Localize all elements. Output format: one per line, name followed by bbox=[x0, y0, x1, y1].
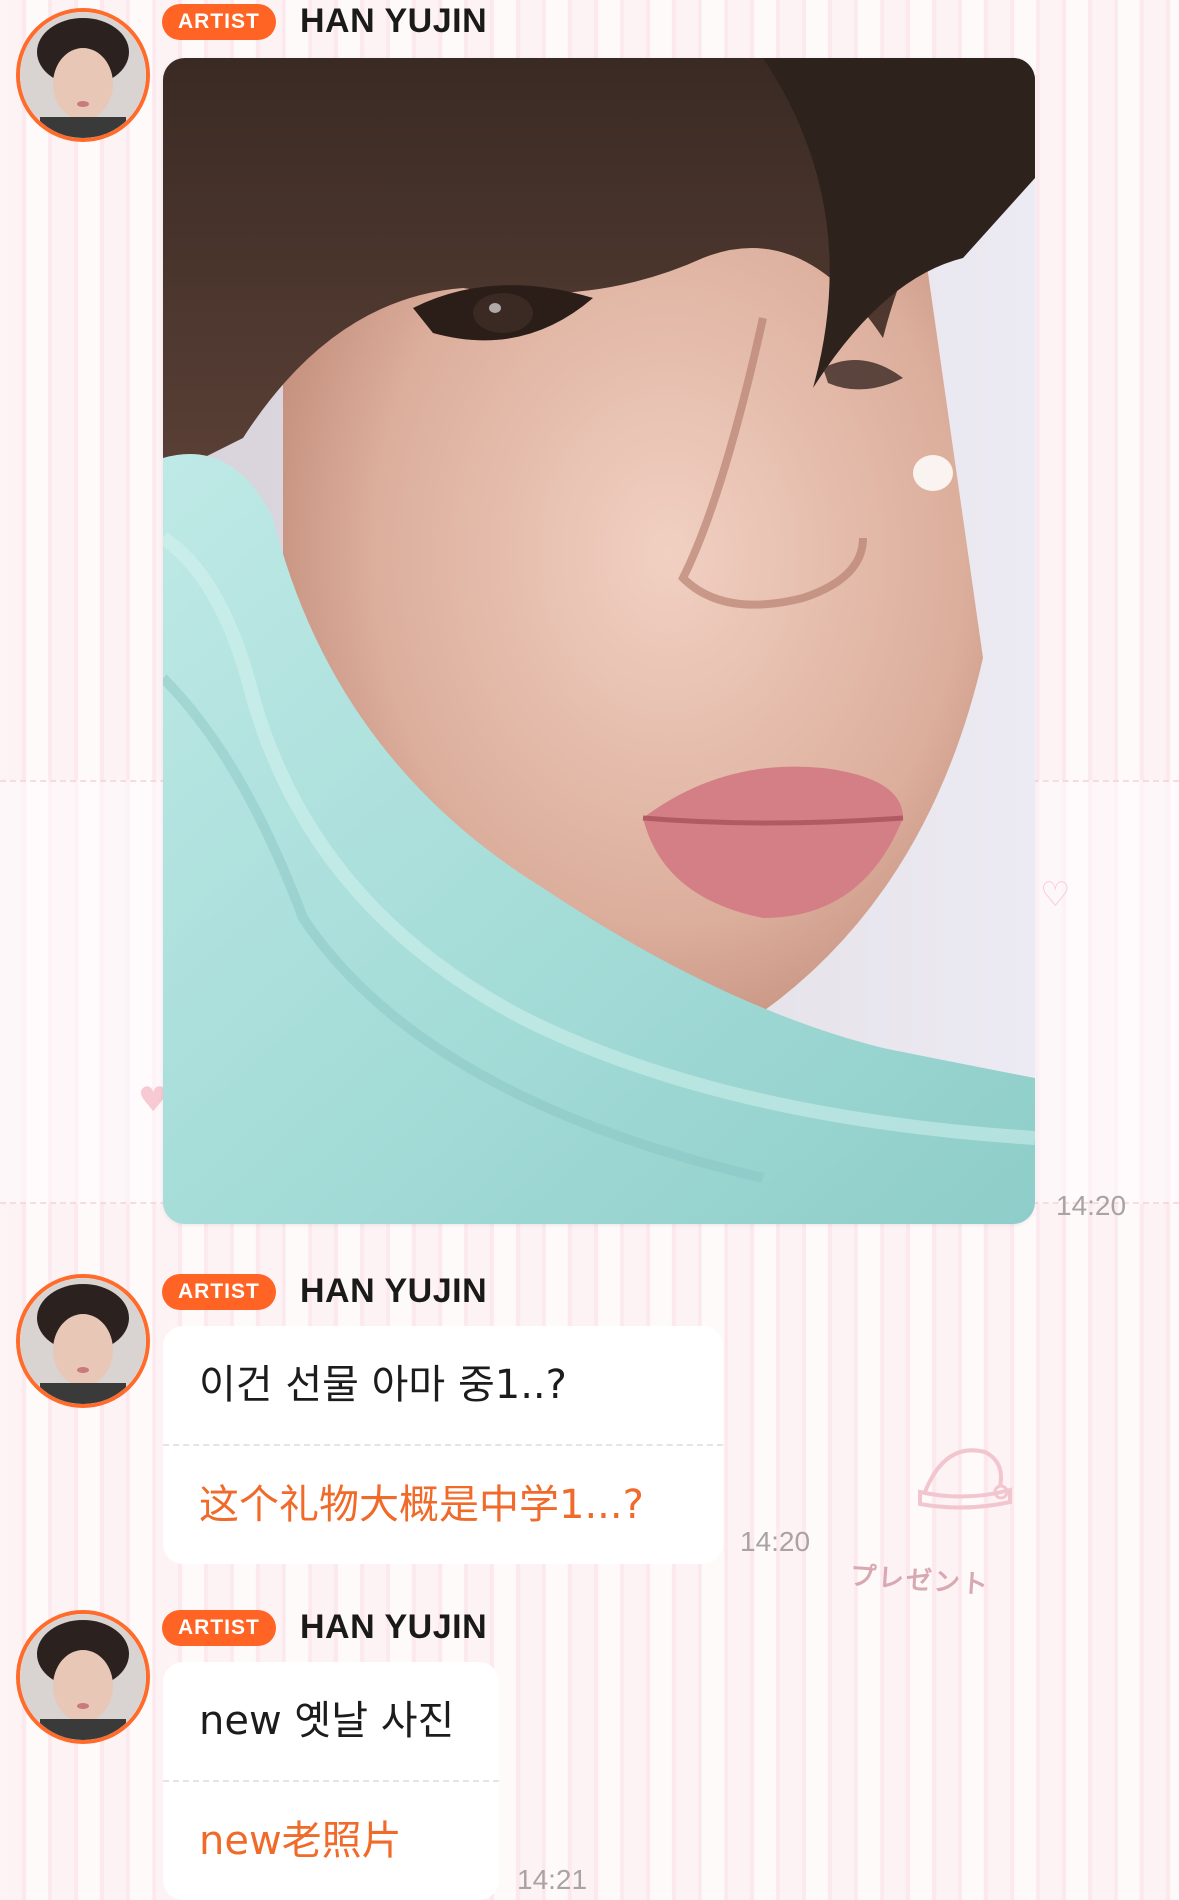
heart-icon: ♡ bbox=[1040, 875, 1071, 915]
artist-avatar-icon[interactable] bbox=[16, 1610, 150, 1744]
sender-name: HAN YUJIN bbox=[300, 1608, 488, 1646]
artist-avatar-icon[interactable] bbox=[16, 1274, 150, 1408]
message-timestamp: 14:20 bbox=[740, 1526, 811, 1557]
original-text: 이건 선물 아마 중1..? bbox=[199, 1362, 567, 1408]
sender-name: HAN YUJIN bbox=[300, 2, 488, 40]
message-bubble[interactable]: new 옛날 사진 new老照片 bbox=[163, 1662, 499, 1900]
message-timestamp: 14:20 bbox=[1056, 1190, 1127, 1221]
artist-badge: ARTIST bbox=[162, 1610, 276, 1646]
shared-photo[interactable] bbox=[163, 58, 1035, 1224]
artist-badge: ARTIST bbox=[162, 1274, 276, 1310]
sender-name: HAN YUJIN bbox=[300, 1272, 488, 1310]
translation-text: new老照片 bbox=[199, 1818, 402, 1864]
message-timestamp: 14:21 bbox=[517, 1864, 588, 1895]
artist-avatar-icon[interactable] bbox=[16, 8, 150, 142]
message-bubble[interactable]: 이건 선물 아마 중1..? 这个礼物大概是中学1...? bbox=[163, 1326, 723, 1564]
present-sticker-text: プレゼント bbox=[848, 1561, 991, 1601]
artist-badge: ARTIST bbox=[162, 4, 276, 40]
translation-text: 这个礼物大概是中学1...? bbox=[199, 1482, 644, 1528]
santa-hat-icon bbox=[918, 1448, 1012, 1510]
original-text: new 옛날 사진 bbox=[199, 1698, 455, 1744]
